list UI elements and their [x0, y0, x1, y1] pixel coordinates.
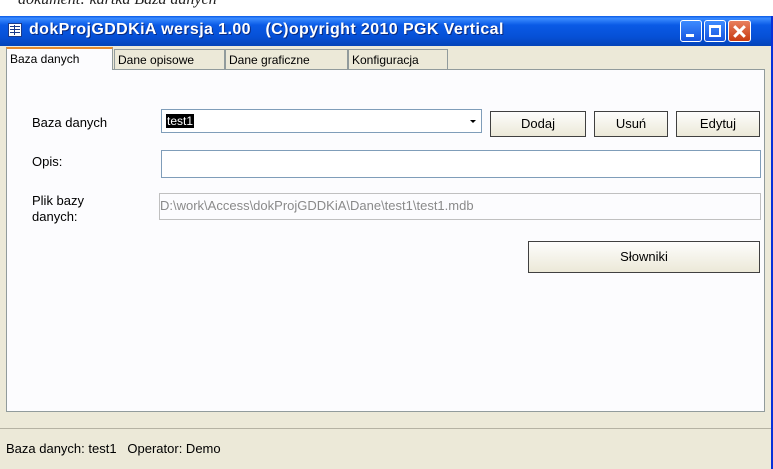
description-label: Opis:	[32, 154, 63, 169]
tab-baza-danych[interactable]: Baza danych	[6, 47, 113, 70]
dictionaries-button[interactable]: Słowniki	[528, 241, 760, 273]
chevron-down-icon[interactable]	[468, 115, 478, 125]
database-select[interactable]: test1	[161, 109, 482, 133]
tab-konfiguracja[interactable]: Konfiguracja	[348, 49, 448, 69]
database-select-value: test1	[166, 114, 195, 128]
remove-button[interactable]: Usuń	[594, 111, 668, 137]
database-file-field[interactable]: D:\work\Access\dokProjGDDKiA\Dane\test1\…	[159, 193, 761, 220]
close-button[interactable]	[728, 20, 751, 42]
tab-dane-graficzne[interactable]: Dane graficzne	[225, 49, 348, 69]
app-icon[interactable]	[8, 23, 22, 37]
database-label: Baza danych	[32, 115, 108, 130]
caption-text: dokument: kartka Baza danych	[18, 0, 217, 9]
description-field[interactable]	[161, 150, 761, 178]
minimize-button[interactable]	[680, 20, 702, 42]
caption-strip: dokument: kartka Baza danych	[0, 0, 773, 16]
add-button[interactable]: Dodaj	[490, 111, 586, 137]
status-bar: Baza danych: test1 Operator: Demo	[0, 428, 771, 456]
maximize-button[interactable]	[704, 20, 726, 42]
edit-button[interactable]: Edytuj	[676, 111, 760, 137]
tab-dane-opisowe[interactable]: Dane opisowe	[114, 49, 225, 69]
title-bar[interactable]: dokProjGDDKiA wersja 1.00 (C)opyright 20…	[0, 16, 771, 46]
database-file-label: Plik bazy danych:	[32, 193, 85, 224]
window-title: dokProjGDDKiA wersja 1.00 (C)opyright 20…	[29, 21, 504, 38]
status-text: Baza danych: test1 Operator: Demo	[6, 441, 221, 456]
